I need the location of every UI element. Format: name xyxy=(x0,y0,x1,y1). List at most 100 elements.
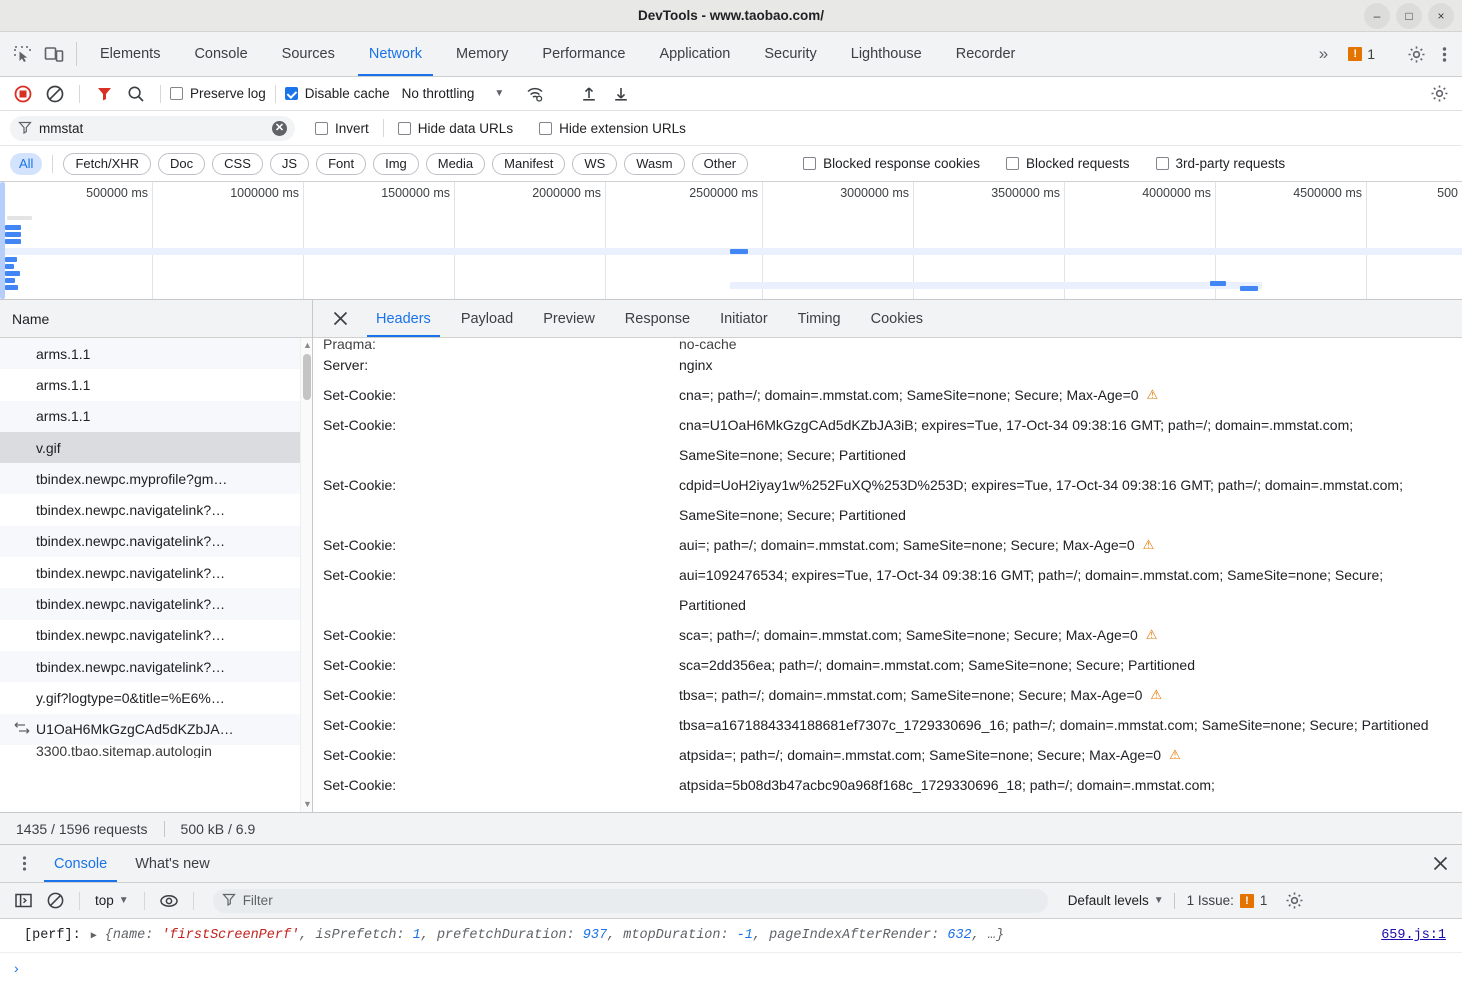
request-list-body[interactable]: arms.1.1 arms.1.1 arms.1.1 v.gif tbindex… xyxy=(0,338,312,812)
close-icon[interactable] xyxy=(1419,845,1462,882)
tab-payload[interactable]: Payload xyxy=(446,300,528,337)
third-party-requests-checkbox[interactable]: 3rd-party requests xyxy=(1155,156,1285,171)
clear-console-icon[interactable] xyxy=(40,888,70,914)
more-tabs-chevron-icon[interactable]: » xyxy=(1309,44,1338,64)
inspect-element-icon[interactable] xyxy=(6,32,38,76)
type-filter-font[interactable]: Font xyxy=(316,152,367,175)
tab-timing[interactable]: Timing xyxy=(783,300,856,337)
minimize-button[interactable]: – xyxy=(1364,3,1390,29)
filter-funnel-icon[interactable] xyxy=(89,81,119,107)
tab-sources[interactable]: Sources xyxy=(265,32,352,76)
network-settings-gear-icon[interactable] xyxy=(1424,81,1454,107)
tab-preview[interactable]: Preview xyxy=(528,300,610,337)
maximize-button[interactable]: □ xyxy=(1396,3,1422,29)
search-input[interactable]: mmstat ✕ xyxy=(10,115,295,141)
table-row[interactable]: tbindex.newpc.navigatelink?… xyxy=(0,620,312,651)
console-issues-link[interactable]: 1 Issue: ! 1 xyxy=(1177,893,1278,908)
tab-memory[interactable]: Memory xyxy=(439,32,525,76)
table-row[interactable]: tbindex.newpc.navigatelink?… xyxy=(0,525,312,558)
export-har-icon[interactable] xyxy=(606,81,636,107)
disable-cache-checkbox[interactable]: Disable cache xyxy=(284,86,390,101)
invert-checkbox[interactable]: Invert xyxy=(315,121,369,136)
console-context-selector[interactable]: top ▼ xyxy=(89,893,135,908)
issues-counter[interactable]: ! 1 xyxy=(1340,46,1383,62)
record-stop-icon[interactable] xyxy=(8,81,38,107)
tab-headers[interactable]: Headers xyxy=(361,300,446,337)
gear-icon[interactable] xyxy=(1400,45,1433,64)
tab-lighthouse[interactable]: Lighthouse xyxy=(834,32,939,76)
type-filter-media[interactable]: Media xyxy=(425,152,486,175)
clear-icon[interactable] xyxy=(40,81,70,107)
drawer-tab-console[interactable]: Console xyxy=(40,845,121,882)
console-output[interactable]: [perf]: ▶ {name: 'firstScreenPerf', isPr… xyxy=(0,919,1462,991)
table-row[interactable]: U1OaH6MkGzgCAd5dKZbJA… xyxy=(0,713,312,745)
clear-filter-icon[interactable]: ✕ xyxy=(272,120,287,136)
table-row[interactable]: arms.1.1 xyxy=(0,338,312,370)
scrollbar-thumb[interactable] xyxy=(303,354,311,400)
warning-triangle-icon[interactable]: ⚠ xyxy=(1169,740,1181,770)
request-list-scrollbar[interactable]: ▲ ▼ xyxy=(300,338,312,812)
search-icon[interactable] xyxy=(121,81,151,107)
type-filter-wasm[interactable]: Wasm xyxy=(624,152,685,175)
preserve-log-checkbox[interactable]: Preserve log xyxy=(170,86,266,101)
headers-list[interactable]: Pragma: no-cache Server: nginx Set-Cooki… xyxy=(313,338,1462,812)
type-filter-all[interactable]: All xyxy=(10,152,43,175)
throttling-select[interactable]: No throttling xyxy=(392,86,475,101)
live-expression-icon[interactable] xyxy=(154,888,184,914)
warning-triangle-icon[interactable]: ⚠ xyxy=(1150,680,1162,710)
scroll-down-arrow-icon[interactable]: ▼ xyxy=(303,799,312,809)
type-filter-ws[interactable]: WS xyxy=(572,152,618,175)
table-row-selected[interactable]: v.gif xyxy=(0,431,312,464)
tab-security[interactable]: Security xyxy=(747,32,833,76)
table-row[interactable]: tbindex.newpc.navigatelink?… xyxy=(0,650,312,683)
kebab-menu-icon[interactable] xyxy=(1435,45,1454,64)
scroll-up-arrow-icon[interactable]: ▲ xyxy=(303,340,312,350)
table-row[interactable]: tbindex.newpc.navigatelink?… xyxy=(0,494,312,525)
tab-console[interactable]: Console xyxy=(177,32,264,76)
request-list-column-header[interactable]: Name xyxy=(0,300,312,338)
warning-triangle-icon[interactable]: ⚠ xyxy=(1146,620,1158,650)
tab-initiator[interactable]: Initiator xyxy=(705,300,783,337)
warning-triangle-icon[interactable]: ⚠ xyxy=(1143,530,1155,560)
table-row[interactable]: y.gif?logtype=0&title=%E6%… xyxy=(0,682,312,713)
close-button[interactable]: × xyxy=(1428,3,1454,29)
blocked-response-cookies-checkbox[interactable]: Blocked response cookies xyxy=(803,156,980,171)
type-filter-img[interactable]: Img xyxy=(373,152,419,175)
network-conditions-icon[interactable] xyxy=(520,81,550,107)
console-filter-input[interactable]: Filter xyxy=(212,888,1048,913)
type-filter-manifest[interactable]: Manifest xyxy=(492,152,566,175)
table-row[interactable]: tbindex.newpc.navigatelink?… xyxy=(0,557,312,588)
tab-network[interactable]: Network xyxy=(352,32,439,76)
tab-elements[interactable]: Elements xyxy=(83,32,177,76)
gear-icon[interactable] xyxy=(1279,888,1309,914)
table-row[interactable]: arms.1.1 xyxy=(0,400,312,432)
tab-application[interactable]: Application xyxy=(642,32,747,76)
tab-recorder[interactable]: Recorder xyxy=(939,32,1033,76)
console-sidebar-icon[interactable] xyxy=(8,888,38,914)
blocked-requests-checkbox[interactable]: Blocked requests xyxy=(1005,156,1130,171)
table-row[interactable]: tbindex.newpc.navigatelink?… xyxy=(0,588,312,620)
tab-performance[interactable]: Performance xyxy=(525,32,642,76)
tab-response[interactable]: Response xyxy=(610,300,705,337)
type-filter-other[interactable]: Other xyxy=(691,152,749,175)
console-log-row[interactable]: [perf]: ▶ {name: 'firstScreenPerf', isPr… xyxy=(0,919,1462,953)
tab-cookies[interactable]: Cookies xyxy=(856,300,938,337)
drawer-tab-whats-new[interactable]: What's new xyxy=(121,845,224,882)
type-filter-fetch-xhr[interactable]: Fetch/XHR xyxy=(63,152,152,175)
console-prompt[interactable]: › xyxy=(0,953,1462,983)
table-row[interactable]: tbindex.newpc.myprofile?gm… xyxy=(0,463,312,495)
type-filter-js[interactable]: JS xyxy=(269,152,310,175)
table-row-partial[interactable]: 3300.tbao.sitemap.autologin xyxy=(0,745,312,758)
close-icon[interactable] xyxy=(319,300,361,337)
kebab-menu-icon[interactable] xyxy=(8,845,40,882)
console-levels-selector[interactable]: Default levels ▼ xyxy=(1060,893,1172,908)
table-row[interactable]: arms.1.1 xyxy=(0,369,312,400)
expand-triangle-icon[interactable]: ▶ xyxy=(91,930,97,942)
hide-extension-urls-checkbox[interactable]: Hide extension URLs xyxy=(539,121,686,136)
warning-triangle-icon[interactable]: ⚠ xyxy=(1147,380,1159,410)
network-overview-timeline[interactable]: 500000 ms 1000000 ms 1500000 ms 2000000 … xyxy=(0,182,1462,300)
type-filter-doc[interactable]: Doc xyxy=(158,152,206,175)
chevron-down-icon[interactable]: ▼ xyxy=(476,88,518,99)
hide-data-urls-checkbox[interactable]: Hide data URLs xyxy=(397,121,513,136)
console-log-source-link[interactable]: 659.js:1 xyxy=(1381,928,1446,943)
